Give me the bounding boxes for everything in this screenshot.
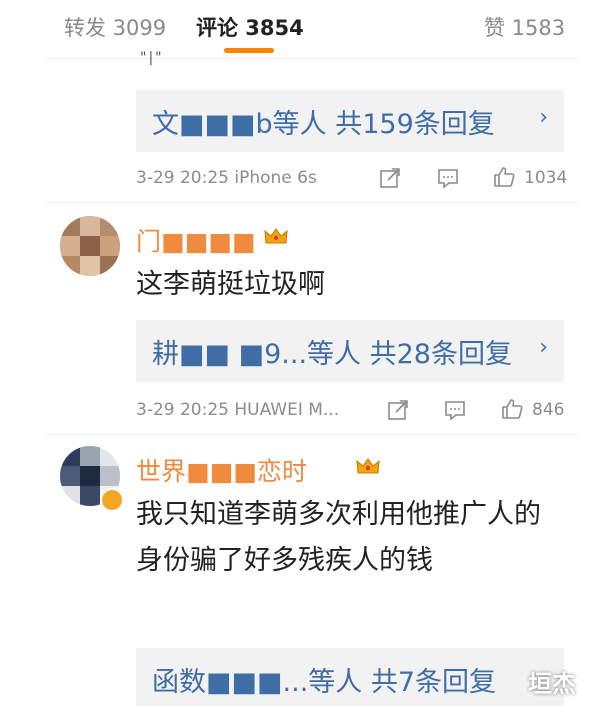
thumbs-up-icon[interactable] bbox=[500, 397, 524, 421]
comment-timestamp: 3-29 20:25 HUAWEI M... bbox=[136, 400, 340, 420]
comment-timestamp: 3-29 20:25 iPhone 6s bbox=[136, 168, 317, 188]
comment-text: 我只知道李萌多次利用他推广人的身份骗了好多残疾人的钱 bbox=[136, 499, 541, 576]
reply-summary-box[interactable]: 耕■■ ■9...等人 共28条回复 › bbox=[136, 320, 564, 382]
crown-icon bbox=[356, 457, 380, 475]
crown-icon bbox=[264, 227, 288, 245]
comment-divider bbox=[46, 434, 578, 435]
like-count: 846 bbox=[532, 400, 565, 420]
comment-divider bbox=[46, 202, 578, 203]
chevron-right-icon: › bbox=[539, 105, 548, 130]
avatar[interactable] bbox=[60, 216, 120, 276]
repost-icon[interactable] bbox=[386, 398, 410, 422]
reply-summary-box[interactable]: 函数■■■...等人 共7条回复 bbox=[136, 648, 564, 706]
chevron-right-icon: › bbox=[539, 335, 548, 360]
username[interactable]: 世界■■■恋时 bbox=[136, 452, 307, 488]
comment-tab-bar: 转发 3099 评论 3854 赞 1583 bbox=[0, 0, 592, 58]
comment-icon[interactable] bbox=[443, 398, 467, 422]
reply-summary-text: 耕■■ ■9...等人 共28条回复 bbox=[152, 339, 512, 370]
tab-likes[interactable]: 赞 1583 bbox=[484, 12, 565, 42]
active-tab-indicator bbox=[224, 48, 274, 53]
thumbs-up-icon[interactable] bbox=[492, 165, 516, 189]
tab-reposts[interactable]: 转发 3099 bbox=[64, 12, 166, 42]
truncated-comment-text: "|" bbox=[140, 50, 164, 66]
verified-badge-icon bbox=[100, 488, 124, 512]
comment-text: 这李萌挺垃圾啊 bbox=[136, 269, 325, 300]
tab-divider bbox=[46, 58, 578, 59]
watermark: 垣杰 bbox=[528, 670, 576, 698]
like-count: 1034 bbox=[524, 168, 568, 188]
reply-summary-text: 文■■■b等人 共159条回复 bbox=[152, 109, 495, 140]
tab-comments[interactable]: 评论 3854 bbox=[196, 12, 304, 42]
reply-summary-box[interactable]: 文■■■b等人 共159条回复 › bbox=[136, 90, 564, 152]
comment-icon[interactable] bbox=[436, 166, 460, 190]
repost-icon[interactable] bbox=[378, 166, 402, 190]
reply-summary-text: 函数■■■...等人 共7条回复 bbox=[152, 667, 497, 698]
username[interactable]: 门■■■■ bbox=[136, 222, 255, 258]
